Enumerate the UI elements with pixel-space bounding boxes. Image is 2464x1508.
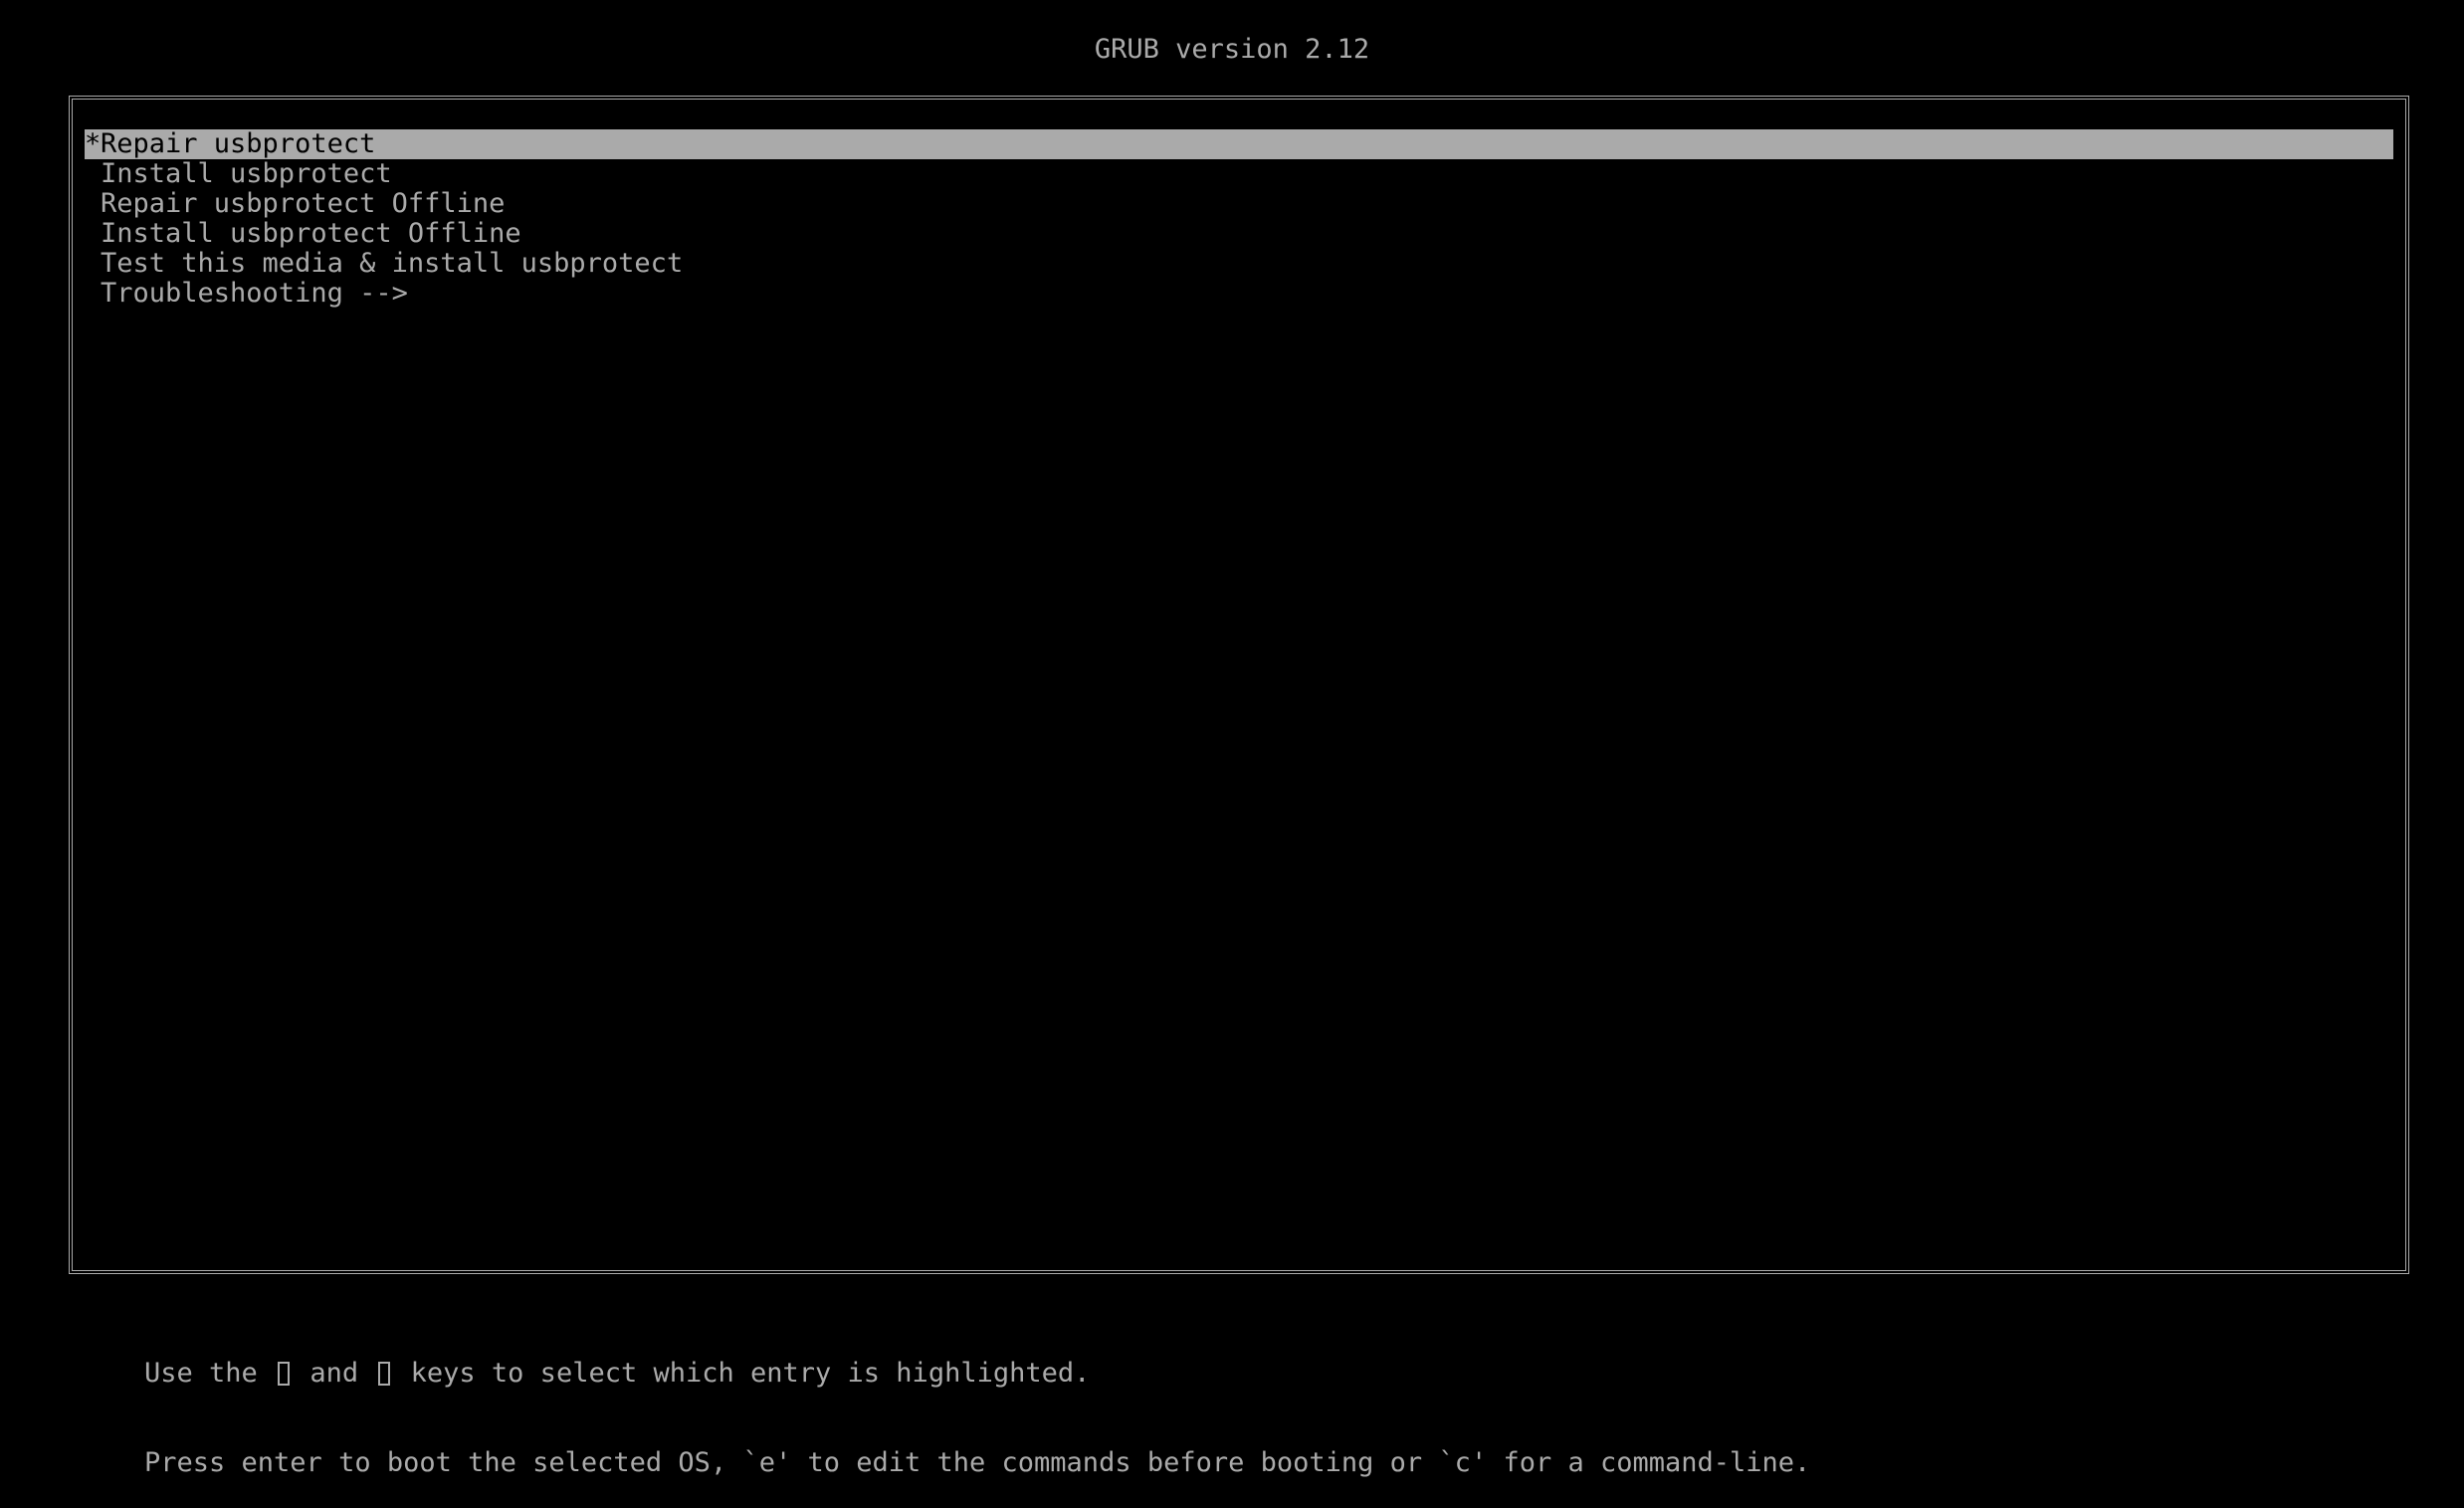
- boot-menu-box: *Repair usbprotect Install usbprotect Re…: [69, 96, 2409, 1274]
- menu-entry-label: Test this media & install usbprotect: [101, 248, 684, 279]
- menu-entry-install-usbprotect[interactable]: Install usbprotect: [85, 159, 2393, 189]
- menu-entry-repair-usbprotect-offline[interactable]: Repair usbprotect Offline: [85, 189, 2393, 219]
- help-line-navigation: Use the and keys to select which entry i…: [144, 1358, 1091, 1389]
- menu-entry-label: Install usbprotect Offline: [101, 218, 521, 249]
- grub-version-title: GRUB version 2.12: [1094, 34, 1370, 65]
- boot-menu-list: *Repair usbprotect Install usbprotect Re…: [85, 129, 2393, 309]
- menu-entry-label: Install usbprotect: [101, 158, 392, 189]
- menu-entry-troubleshooting[interactable]: Troubleshooting -->: [85, 279, 2393, 309]
- menu-entry-label: Repair usbprotect: [101, 128, 376, 159]
- menu-entry-install-usbprotect-offline[interactable]: Install usbprotect Offline: [85, 219, 2393, 249]
- menu-entry-label: Troubleshooting -->: [101, 278, 408, 309]
- down-arrow-key-icon: [378, 1362, 391, 1386]
- selected-marker: *: [85, 128, 102, 159]
- help-line-boot: Press enter to boot the selected OS, `e'…: [144, 1447, 1811, 1478]
- up-arrow-key-icon: [278, 1362, 291, 1386]
- help-text: Use the and keys to select which entry i…: [144, 1299, 1810, 1508]
- menu-entry-label: Repair usbprotect Offline: [101, 188, 506, 219]
- menu-entry-repair-usbprotect[interactable]: *Repair usbprotect: [85, 129, 2393, 159]
- menu-entry-test-media-install[interactable]: Test this media & install usbprotect: [85, 249, 2393, 279]
